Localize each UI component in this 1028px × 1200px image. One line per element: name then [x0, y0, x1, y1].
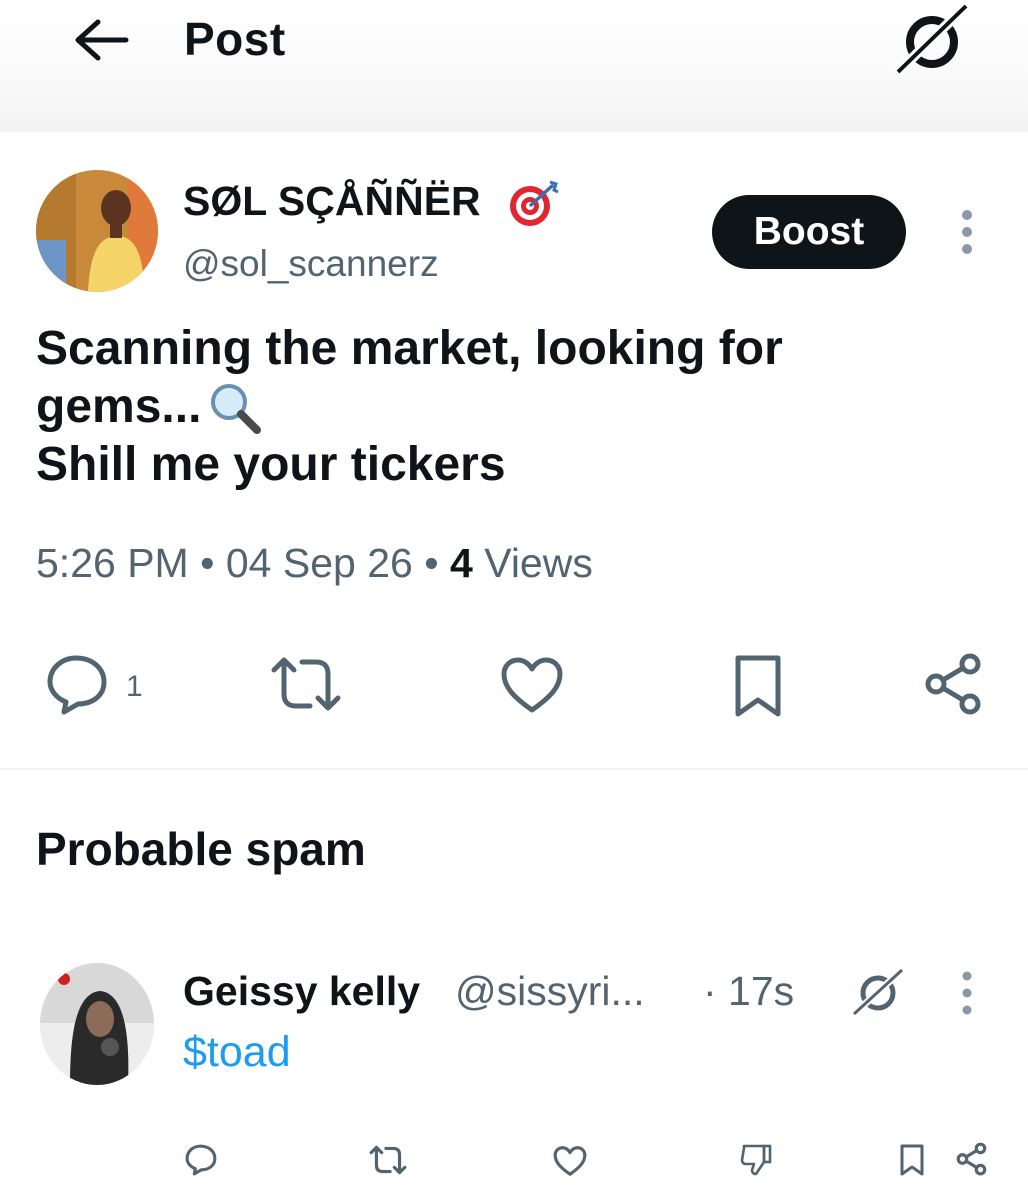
- back-button[interactable]: [70, 14, 130, 66]
- grok-button[interactable]: [892, 2, 972, 78]
- heart-icon: [501, 657, 563, 713]
- grok-icon: [851, 967, 905, 1017]
- share-icon: [956, 1142, 987, 1176]
- reply-button[interactable]: [44, 652, 114, 718]
- reply-repost-button[interactable]: [368, 1144, 408, 1176]
- post-time[interactable]: 5:26 PM: [36, 540, 189, 586]
- thumbs-down-icon: [740, 1144, 772, 1176]
- target-icon: [510, 180, 559, 226]
- post-text-line-with-emoji: gems...: [36, 378, 986, 436]
- page-title: Post: [184, 13, 286, 65]
- grok-icon: [894, 2, 970, 76]
- author-avatar[interactable]: [36, 170, 158, 292]
- section-divider: [0, 768, 1028, 770]
- reply-text-cashtag[interactable]: $toad: [183, 1028, 291, 1077]
- share-button[interactable]: [920, 652, 988, 716]
- reply-downvote-button[interactable]: [738, 1142, 774, 1178]
- repost-icon: [369, 1145, 407, 1175]
- reply-more-options-button[interactable]: [954, 970, 980, 1016]
- avatar-photo: [36, 170, 158, 292]
- reply-author-handle[interactable]: @sissyri...: [455, 968, 645, 1015]
- repost-button[interactable]: [268, 654, 344, 714]
- views-label: Views: [484, 540, 593, 586]
- meta-separator: •: [200, 540, 215, 586]
- reply-avatar[interactable]: [40, 963, 154, 1085]
- author-name[interactable]: SØL SÇÅÑÑËR: [183, 178, 481, 225]
- reply-count: 1: [126, 670, 143, 703]
- reply-time[interactable]: · 17s: [703, 968, 794, 1015]
- post-meta: 5:26 PM • 04 Sep 26 • 4 Views: [36, 540, 593, 587]
- arrow-left-icon: [75, 19, 129, 61]
- reply-bookmark-button[interactable]: [898, 1142, 926, 1178]
- reply-like-button[interactable]: [552, 1144, 588, 1178]
- reply-share-button[interactable]: [954, 1142, 990, 1176]
- post-text-line: Scanning the market, looking for: [36, 322, 783, 375]
- reply-grok-button[interactable]: [850, 966, 906, 1018]
- bookmark-icon: [900, 1144, 924, 1176]
- post-date[interactable]: 04 Sep 26: [226, 540, 413, 586]
- reply-reply-button[interactable]: [184, 1142, 220, 1178]
- comment-icon: [185, 1144, 217, 1176]
- boost-button[interactable]: Boost: [712, 195, 906, 269]
- heart-icon: [553, 1146, 587, 1176]
- like-button[interactable]: [498, 654, 566, 716]
- post-text-line: Shill me your tickers: [36, 438, 506, 491]
- more-options-button[interactable]: [950, 208, 984, 256]
- bookmark-icon: [735, 655, 781, 717]
- avatar-photo: [40, 963, 154, 1085]
- meta-separator: •: [424, 540, 439, 586]
- section-title: Probable spam: [36, 823, 366, 875]
- comment-icon: [47, 655, 107, 715]
- bookmark-button[interactable]: [730, 652, 786, 720]
- top-bar: Post: [0, 0, 1028, 132]
- reply-author-name[interactable]: Geissy kelly: [183, 968, 420, 1015]
- views-count[interactable]: 4: [450, 540, 473, 586]
- share-icon: [925, 653, 981, 715]
- more-vertical-icon: [962, 210, 972, 254]
- more-vertical-icon: [962, 971, 972, 1015]
- repost-icon: [271, 657, 341, 711]
- author-handle[interactable]: @sol_scannerz: [183, 243, 439, 285]
- magnifying-glass-icon: [211, 384, 262, 434]
- post-text: Scanning the market, looking for gems...…: [36, 320, 986, 494]
- post-text-line: gems...: [36, 380, 202, 433]
